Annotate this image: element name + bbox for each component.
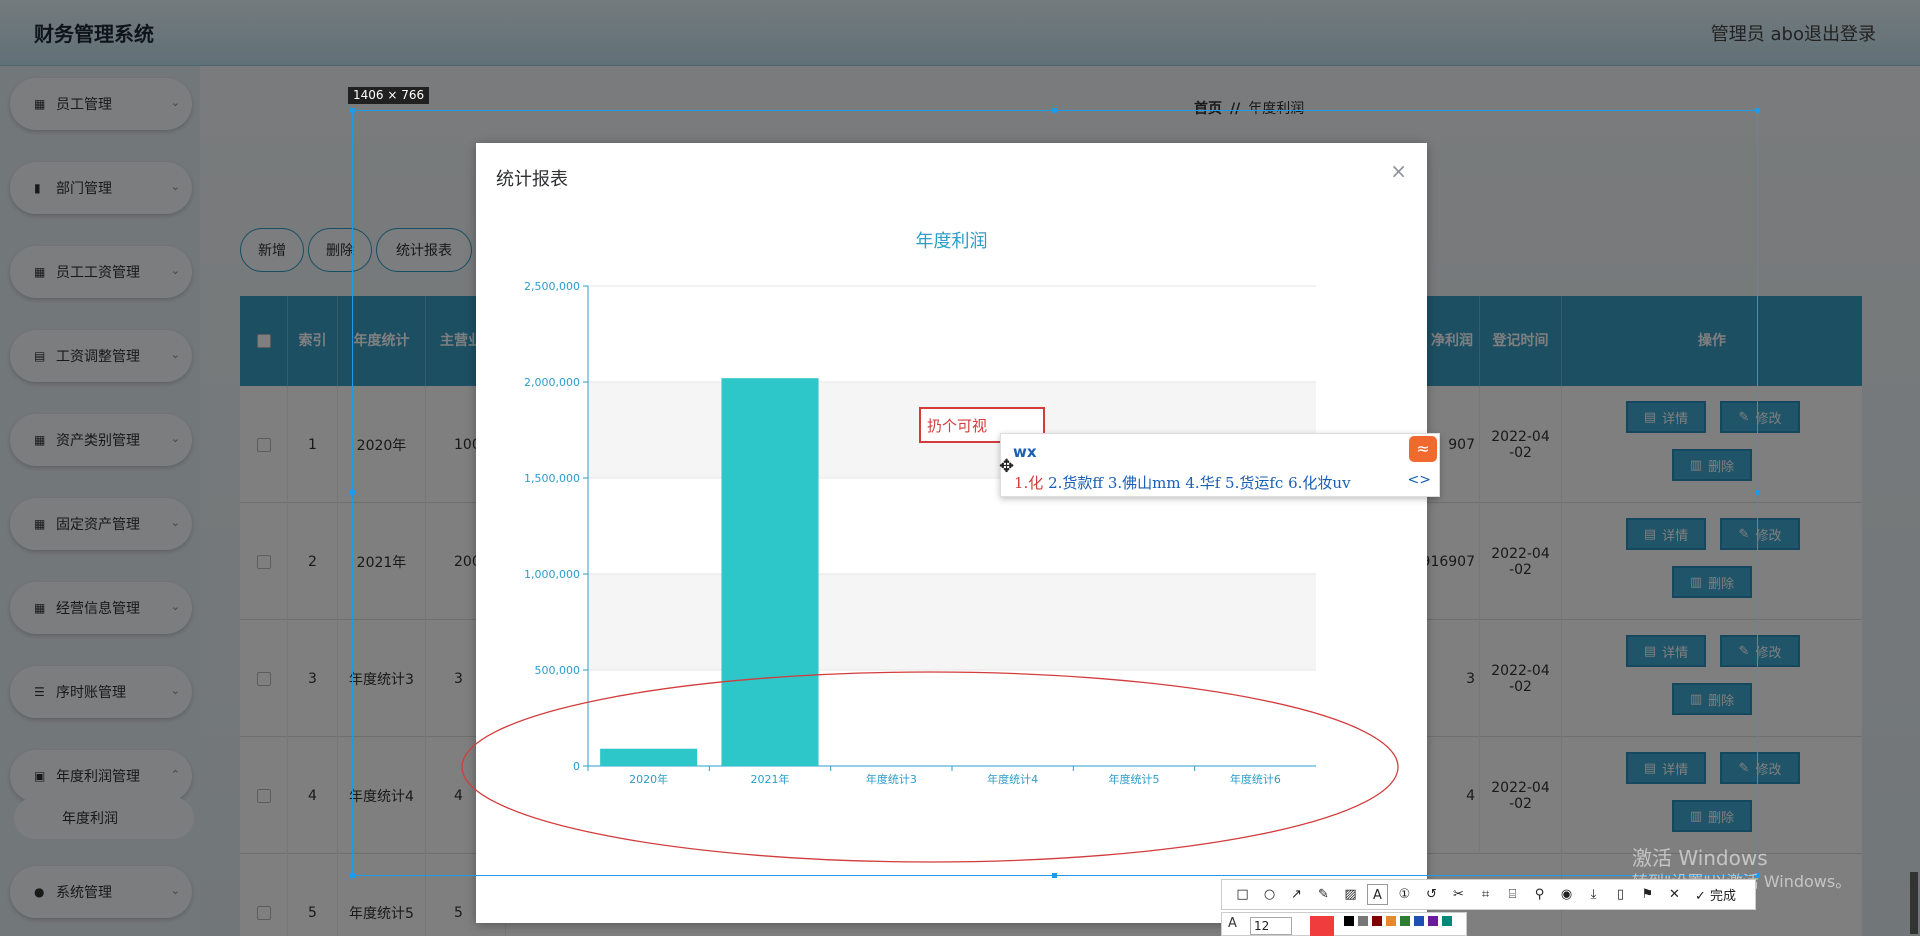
ime-candidates: 1.化 2.货款ff 3.佛山mm 4.华f 5.货运fc 6.化妆uv [1014,472,1351,493]
activation-watermark-title: 激活 Windows [1632,846,1768,870]
color-swatch[interactable] [1442,916,1452,926]
ime-input-text: wx [1013,443,1037,461]
ime-candidate[interactable]: 2.货款ff [1048,474,1103,492]
annotation-layer [461,671,1399,863]
scrollbar[interactable] [1910,872,1918,934]
record-icon[interactable]: ◉ [1556,884,1577,905]
undo-icon[interactable]: ↺ [1421,884,1442,905]
pin-icon[interactable]: ⚲ [1529,884,1550,905]
pen-icon[interactable]: ✎ [1313,884,1334,905]
mosaic-icon[interactable]: ▨ [1340,884,1361,905]
save-icon[interactable]: ⤓ [1583,884,1604,905]
ime-candidate[interactable]: 5.货运fc [1225,474,1283,492]
capture-style-bar: A 12 [1221,912,1467,936]
move-cursor-icon: ✥ [999,456,1015,477]
ime-candidate-window: wx ≈ 1.化 2.货款ff 3.佛山mm 4.华f 5.货运fc 6.化妆u… [1000,433,1440,497]
color-swatch[interactable] [1372,916,1382,926]
check-icon: ✓ [1695,889,1711,904]
ime-logo-icon: ≈ [1409,436,1437,462]
active-color-swatch[interactable] [1310,916,1334,936]
arrow-icon[interactable]: ↗ [1286,884,1307,905]
font-size-select[interactable]: 12 [1250,917,1292,935]
translate-icon[interactable]: ⌗ [1475,884,1496,905]
ellipse-icon[interactable]: ○ [1259,884,1280,905]
color-swatch[interactable] [1414,916,1424,926]
done-label: 完成 [1710,889,1737,904]
app: 财务管理系统 管理员 abo 退出登录 ▦员工管理⌄ ▮部门管理⌄ ▦员工工资管… [0,0,1920,936]
rect-icon[interactable]: □ [1232,884,1253,905]
done-button[interactable]: ✓ 完成 [1695,885,1736,904]
copy-icon[interactable]: ▯ [1610,884,1631,905]
close-icon[interactable]: ✕ [1664,884,1685,905]
ime-candidate[interactable]: 4.华f [1185,474,1220,492]
font-icon: A [1228,916,1237,931]
annotation-ellipse[interactable] [461,671,1399,863]
text-icon[interactable]: A [1367,884,1388,905]
ime-candidate[interactable]: 1.化 [1014,474,1043,492]
color-swatch[interactable] [1400,916,1410,926]
capture-toolbar: □ ○ ↗ ✎ ▨ A ① ↺ ✂ ⌗ ⌸ ⚲ ◉ ⤓ ▯ ⚑ ✕ ✓ 完成 [1221,879,1756,910]
ime-candidate[interactable]: 6.化妆uv [1288,474,1350,492]
number-icon[interactable]: ① [1394,884,1415,905]
ai-icon[interactable]: ✂ [1448,884,1469,905]
color-swatch[interactable] [1344,916,1354,926]
color-swatch[interactable] [1358,916,1368,926]
ime-candidate[interactable]: 3.佛山mm [1108,474,1181,492]
ime-page-arrows[interactable]: <> [1408,472,1431,488]
bookmark-icon[interactable]: ⚑ [1637,884,1658,905]
color-swatch[interactable] [1428,916,1438,926]
color-swatch[interactable] [1386,916,1396,926]
ocr-icon[interactable]: ⌸ [1502,884,1523,905]
